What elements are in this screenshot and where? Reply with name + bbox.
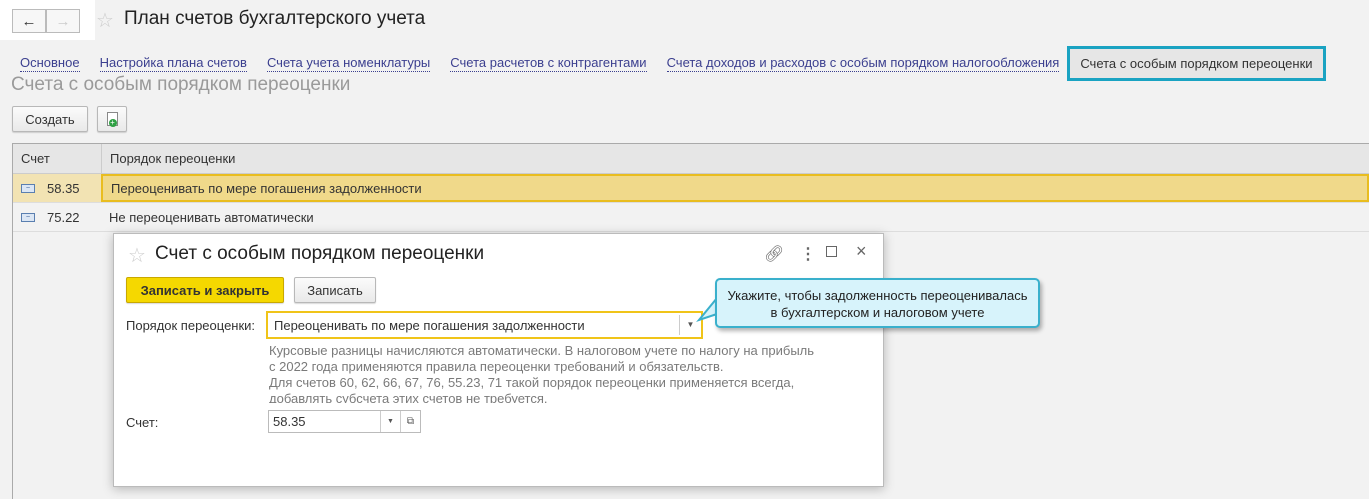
order-select[interactable]: Переоценивать по мере погашения задолжен… [266, 311, 703, 339]
description-line: добавлять субсчета этих счетов не требуе… [269, 391, 548, 403]
revaluation-dialog: ☆ Счет с особым порядком переоценки 🔗︎ ⋮… [113, 233, 884, 487]
description-line: Курсовые разницы начисляются автоматичес… [269, 343, 815, 358]
account-icon: ~ [21, 212, 35, 222]
account-icon: ~ [21, 183, 35, 193]
account-field[interactable]: 58.35 ▼ ⧉ [268, 410, 421, 433]
maximize-icon[interactable] [826, 246, 837, 257]
forward-button[interactable]: → [46, 9, 80, 33]
table-row[interactable]: ~58.35 Переоценивать по мере погашения з… [13, 174, 1369, 203]
favorite-star-icon[interactable]: ☆ [128, 243, 146, 268]
save-and-close-button[interactable]: Записать и закрыть [126, 277, 284, 303]
link-icon[interactable]: 🔗︎ [764, 244, 784, 264]
order-label: Порядок переоценки: [126, 318, 256, 333]
tab-counterparty-accounts[interactable]: Счета расчетов с контрагентами [450, 55, 647, 72]
tab-income-expense-accounts[interactable]: Счета доходов и расходов с особым порядк… [666, 55, 1060, 72]
account-label: Счет: [126, 415, 159, 430]
hint-callout: Укажите, чтобы задолженность переоценива… [715, 278, 1040, 328]
column-header-account[interactable]: Счет [13, 144, 101, 173]
favorite-star-icon[interactable]: ☆ [96, 8, 114, 33]
more-icon[interactable]: ⋮ [800, 244, 816, 264]
account-cell: 58.35 [47, 180, 80, 196]
description-line: с 2022 года применяются правила переоцен… [269, 359, 724, 374]
account-cell: 75.22 [47, 209, 80, 225]
order-description: Курсовые разницы начисляются автоматичес… [269, 343, 849, 403]
new-document-icon: + [106, 112, 118, 127]
order-cell: Не переоценивать автоматически [109, 209, 314, 225]
callout-line: Укажите, чтобы задолженность переоценива… [727, 288, 1028, 303]
order-cell: Переоценивать по мере погашения задолжен… [101, 174, 1369, 202]
table-row[interactable]: ~75.22 Не переоценивать автоматически [13, 203, 1369, 232]
save-button[interactable]: Записать [294, 277, 376, 303]
page-title: План счетов бухгалтерского учета [124, 8, 426, 29]
column-header-order[interactable]: Порядок переоценки [101, 144, 1369, 173]
section-title: Счета с особым порядком переоценки [11, 74, 351, 95]
order-select-value: Переоценивать по мере погашения задолжен… [274, 317, 585, 333]
copy-new-button[interactable]: + [97, 106, 127, 132]
back-button[interactable]: ← [12, 9, 46, 33]
tab-chart-settings[interactable]: Настройка плана счетов [99, 55, 247, 72]
create-button[interactable]: Создать [12, 106, 88, 132]
account-field-value: 58.35 [273, 414, 306, 429]
close-icon[interactable]: × [856, 241, 867, 262]
open-icon[interactable]: ⧉ [400, 411, 420, 432]
dialog-title: Счет с особым порядком переоценки [155, 243, 485, 264]
chevron-down-icon[interactable]: ▼ [380, 411, 400, 432]
table-header: Счет Порядок переоценки [13, 144, 1369, 174]
tab-nomenclature-accounts[interactable]: Счета учета номенклатуры [266, 55, 431, 72]
callout-line: в бухгалтерском и налоговом учете [770, 305, 985, 320]
description-line: Для счетов 60, 62, 66, 67, 76, 55.23, 71… [269, 375, 795, 390]
tab-revaluation-accounts[interactable]: Счета с особым порядком переоценки [1067, 46, 1326, 81]
tab-main[interactable]: Основное [20, 55, 80, 72]
